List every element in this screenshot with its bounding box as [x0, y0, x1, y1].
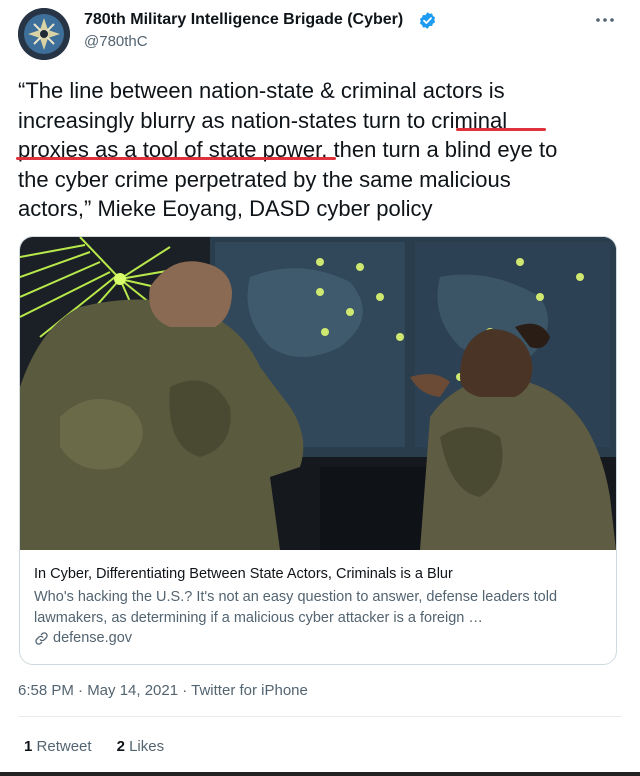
- more-options-icon[interactable]: [590, 10, 620, 30]
- likes-count: 2: [116, 738, 125, 755]
- card-image: [20, 237, 616, 550]
- retweet-label: Retweet: [36, 738, 92, 755]
- highlight-underline: [16, 157, 336, 160]
- bottom-edge: [0, 772, 640, 776]
- account-name[interactable]: 780th Military Intelligence Brigade (Cyb…: [84, 11, 403, 29]
- brigade-insignia-icon: [18, 8, 70, 60]
- card-title[interactable]: In Cyber, Differentiating Between State …: [34, 566, 453, 582]
- tweet-line: proxies as a tool of state power, then t…: [18, 137, 558, 163]
- likes-label: Likes: [129, 738, 165, 755]
- verified-badge-icon: [419, 12, 436, 29]
- divider: [18, 716, 622, 717]
- card-description: Who's hacking the U.S.? It's not an easy…: [34, 589, 558, 626]
- retweet-stat[interactable]: 1 Retweet: [24, 738, 92, 755]
- retweet-count: 1: [24, 738, 33, 755]
- card-domain-text: defense.gov: [53, 630, 133, 646]
- link-preview-card[interactable]: In Cyber, Differentiating Between State …: [19, 236, 617, 665]
- highlight-underline: [456, 128, 546, 131]
- tweet-text: “The line between nation-state & crimina…: [18, 76, 618, 224]
- link-icon: [35, 631, 48, 645]
- tweet-line: actors,” Mieke Eoyang, DASD cyber policy: [18, 196, 433, 222]
- engagement-stats: 1 Retweet 2 Likes: [24, 738, 164, 755]
- tweet-timestamp[interactable]: 6:58 PM · May 14, 2021 · Twitter for iPh…: [18, 682, 308, 699]
- card-domain[interactable]: defense.gov: [34, 630, 132, 646]
- tweet-line: the cyber crime perpetrated by the same …: [18, 166, 511, 192]
- tweet: 780th Military Intelligence Brigade (Cyb…: [0, 0, 640, 776]
- likes-stat[interactable]: 2 Likes: [117, 738, 165, 755]
- avatar[interactable]: [18, 8, 70, 60]
- tweet-line: “The line between nation-state & crimina…: [18, 78, 505, 103]
- account-handle[interactable]: @780thC: [84, 33, 148, 50]
